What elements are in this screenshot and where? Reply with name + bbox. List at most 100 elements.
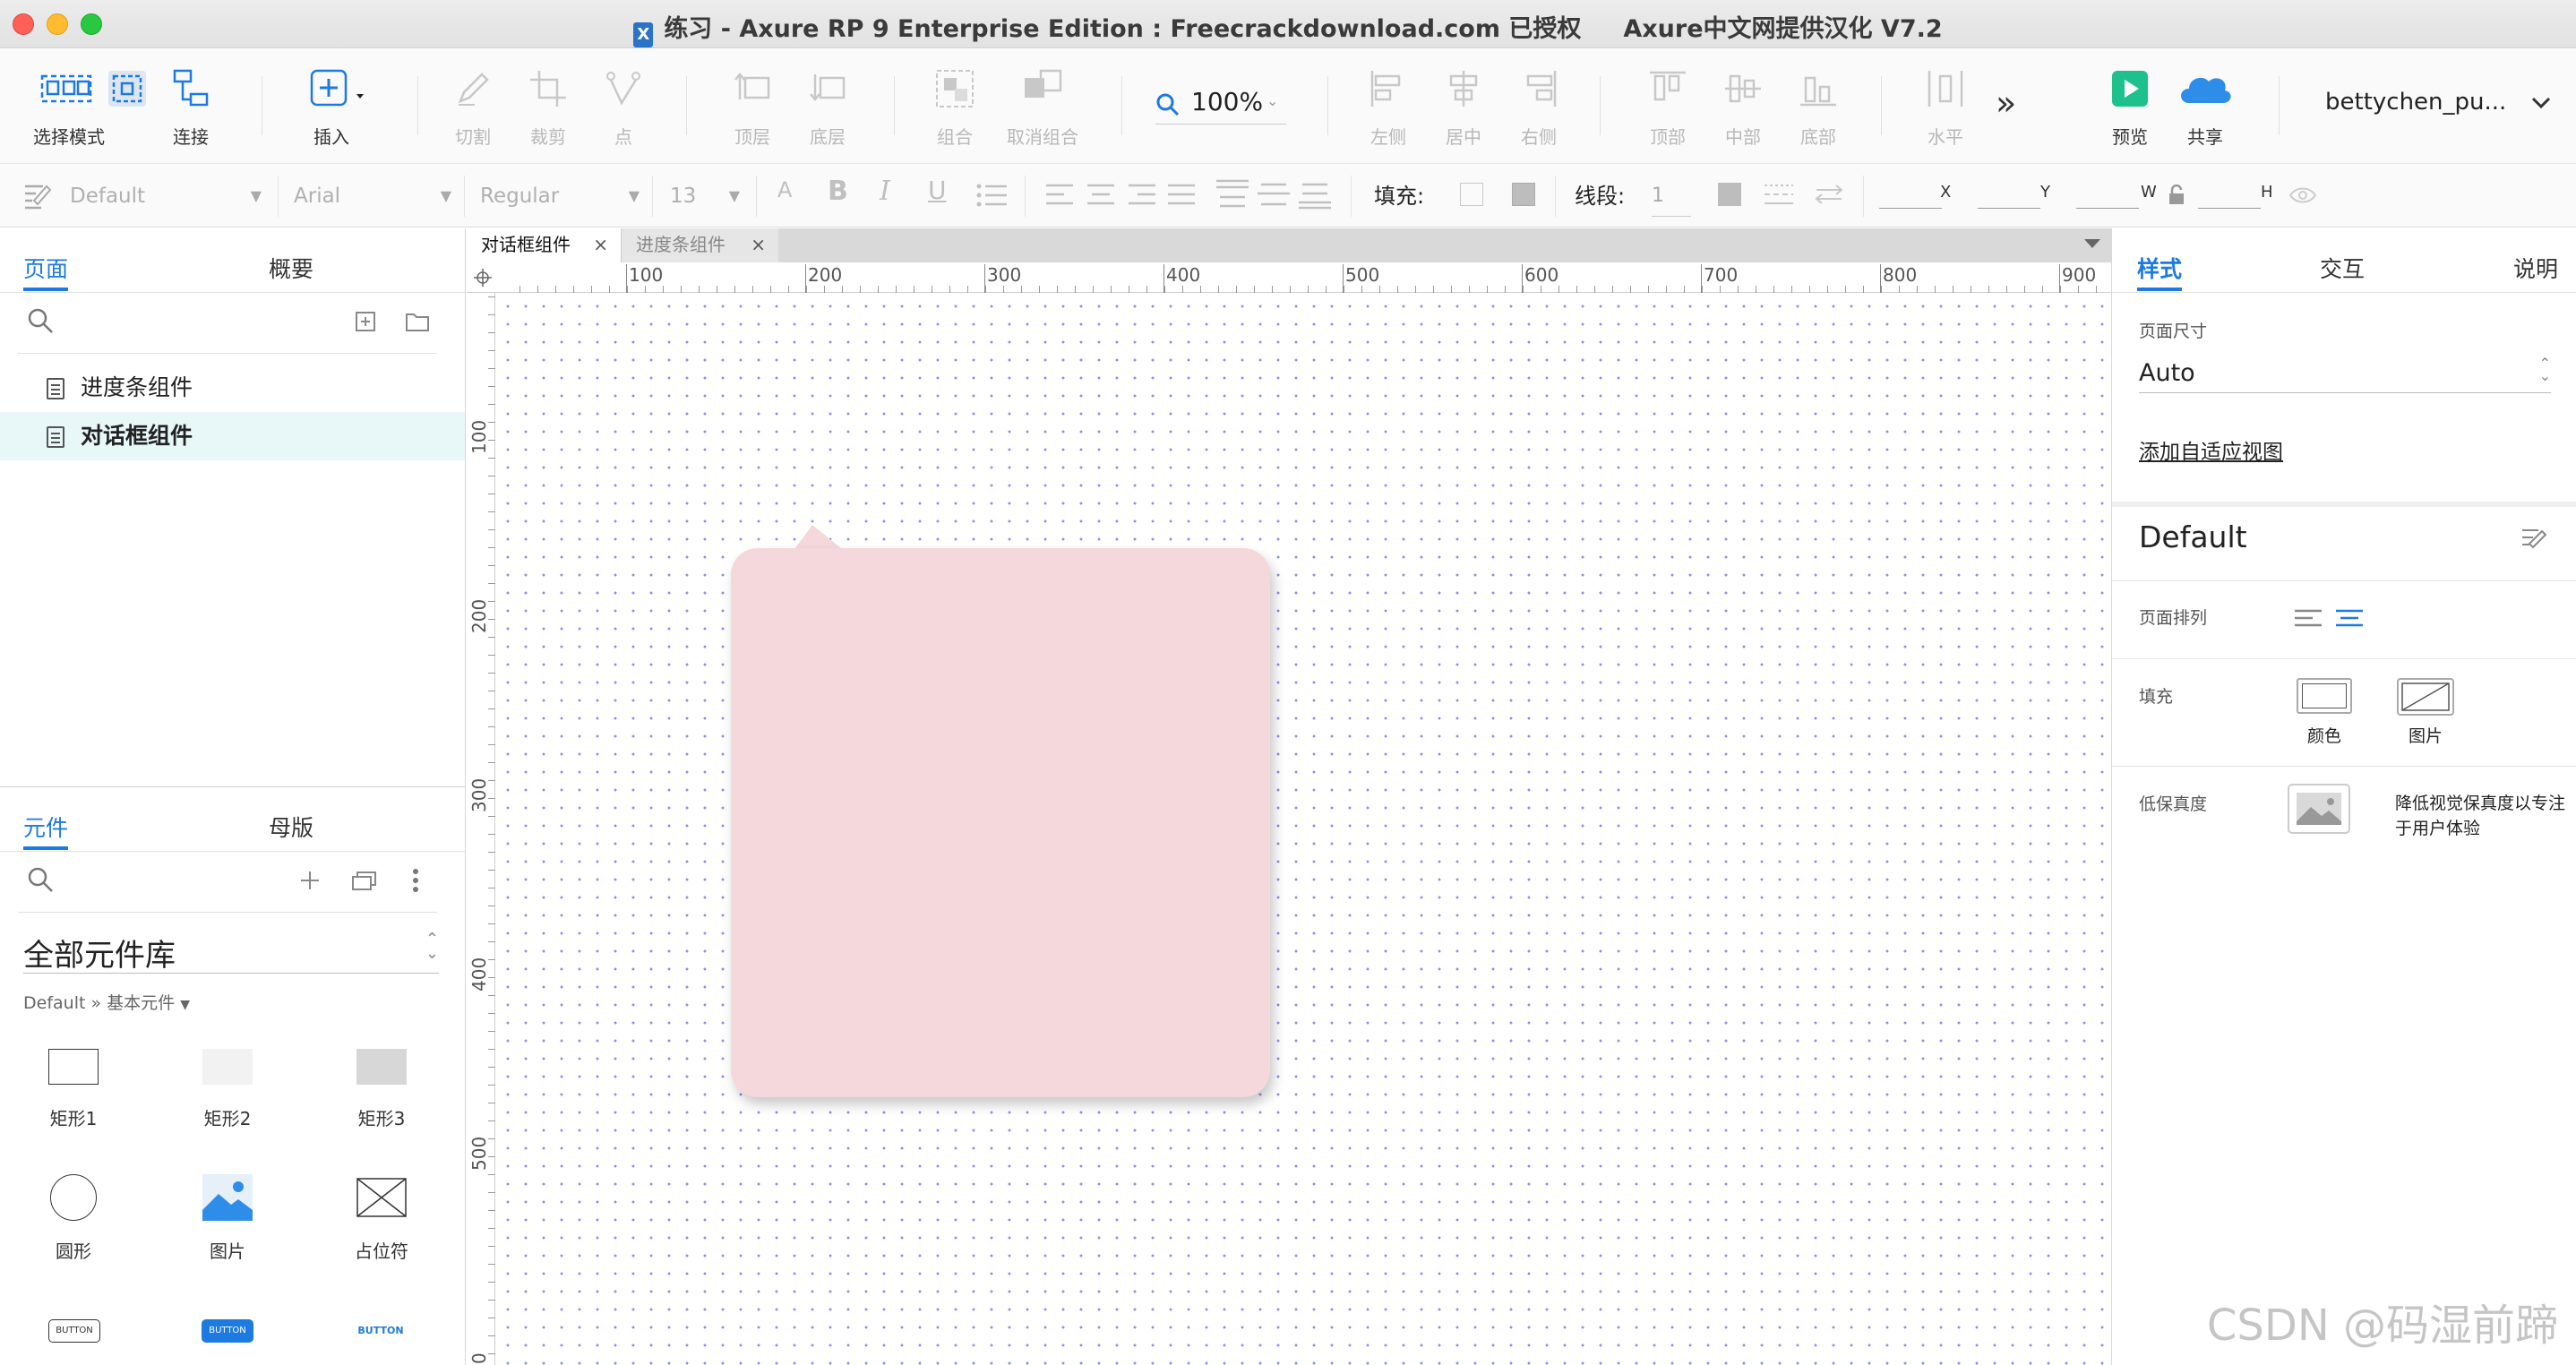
widget-link-button[interactable]: BUTTON xyxy=(355,1319,407,1343)
italic-icon[interactable]: I xyxy=(880,176,890,207)
dialog-callout-shape[interactable] xyxy=(731,548,1270,1097)
widget-placeholder[interactable]: 占位符 xyxy=(328,1174,435,1264)
align-right-button[interactable]: 右侧 xyxy=(1512,49,1566,164)
more-tools-button[interactable]: » xyxy=(1996,83,2016,123)
cut-button[interactable]: 切割 xyxy=(446,49,500,164)
style-select[interactable]: Default ▼ xyxy=(70,176,262,217)
search-icon[interactable] xyxy=(27,307,54,334)
tab-style[interactable]: 样式 xyxy=(2137,252,2182,284)
more-options-icon[interactable] xyxy=(412,868,419,893)
low-fidelity-toggle[interactable] xyxy=(2288,784,2350,834)
widget-circle[interactable]: 圆形 xyxy=(20,1174,127,1264)
align-top-button[interactable]: 顶部 xyxy=(1641,49,1695,164)
valign-top-icon[interactable] xyxy=(1216,179,1249,210)
insert-button[interactable]: 插入 xyxy=(305,49,376,164)
align-bottom-button[interactable]: 底部 xyxy=(1791,49,1845,164)
add-page-icon[interactable] xyxy=(355,311,376,332)
library-select[interactable]: 全部元件库 ⌃ ⌄ xyxy=(23,927,439,974)
add-folder-icon[interactable] xyxy=(405,311,430,332)
add-library-icon[interactable] xyxy=(299,870,321,891)
canvas-tab-active[interactable]: 对话框组件 × xyxy=(467,228,621,262)
widget-button[interactable]: BUTTON xyxy=(48,1319,100,1343)
user-account-menu[interactable]: bettychen_pu... xyxy=(2325,89,2552,116)
font-family-select[interactable]: Arial ▼ xyxy=(294,176,451,217)
text-justify-icon[interactable] xyxy=(1168,183,1195,206)
y-input[interactable] xyxy=(1978,208,2040,209)
group-button[interactable]: 组合 xyxy=(928,49,982,164)
canvas-grid[interactable] xyxy=(496,294,2111,1365)
zoom-select[interactable]: 100% ⌄ xyxy=(1155,83,1286,124)
x-input[interactable] xyxy=(1879,208,1942,209)
library-breadcrumb-text: Default » 基本元件 xyxy=(23,993,176,1013)
edit-style-icon[interactable] xyxy=(2520,528,2547,551)
distribute-horizontal-button[interactable]: 水平 xyxy=(1919,49,1972,164)
updown-chevron-icon: ⌃ ⌄ xyxy=(425,930,439,963)
underline-icon[interactable]: U xyxy=(928,176,947,205)
bold-icon[interactable]: B xyxy=(828,176,848,207)
align-center-button[interactable]: 居中 xyxy=(1437,49,1490,164)
close-tab-icon[interactable]: × xyxy=(593,228,608,261)
connect-button[interactable]: 连接 xyxy=(161,49,220,164)
align-left-button[interactable]: 左侧 xyxy=(1361,49,1415,164)
font-size-select[interactable]: 13 ▼ xyxy=(670,176,740,217)
library-manage-icon[interactable] xyxy=(351,870,378,891)
search-icon[interactable] xyxy=(27,866,54,893)
fill-color-button[interactable]: 颜色 xyxy=(2291,676,2372,748)
text-align-left-icon[interactable] xyxy=(1046,183,1073,206)
ruler-label: 300 xyxy=(984,264,1021,293)
page-align-center-icon[interactable] xyxy=(2336,608,2363,628)
widget-rectangle2[interactable]: 矩形2 xyxy=(174,1042,281,1131)
valign-middle-icon[interactable] xyxy=(1258,179,1290,210)
crop-button[interactable]: 裁剪 xyxy=(521,49,575,164)
arrow-style-icon[interactable] xyxy=(1815,183,1843,206)
eye-icon[interactable] xyxy=(2289,186,2316,204)
page-style-name[interactable]: Default xyxy=(2139,519,2247,554)
stroke-pattern-icon[interactable] xyxy=(1765,183,1793,206)
h-input[interactable] xyxy=(2198,208,2261,209)
widget-image[interactable]: 图片 xyxy=(174,1174,281,1264)
fill-image-button[interactable]: 图片 xyxy=(2391,676,2472,748)
canvas-tab[interactable]: 进度条组件 × xyxy=(621,228,778,262)
widget-label: 占位符 xyxy=(355,1241,408,1262)
ungroup-button[interactable]: 取消组合 xyxy=(1007,49,1078,164)
top-layer-button[interactable]: 顶层 xyxy=(726,49,779,164)
page-size-select[interactable]: Auto ⌃ ⌄ xyxy=(2139,354,2551,393)
bullet-list-icon[interactable] xyxy=(976,183,1007,208)
widget-primary-button[interactable]: BUTTON xyxy=(202,1319,253,1343)
widget-rectangle3[interactable]: 矩形3 xyxy=(328,1042,435,1131)
tab-notes[interactable]: 说明 xyxy=(2513,252,2558,284)
w-input[interactable] xyxy=(2076,208,2139,209)
align-middle-button[interactable]: 中部 xyxy=(1716,49,1770,164)
tab-active-indicator xyxy=(23,288,68,291)
add-adaptive-view-link[interactable]: 添加自适应视图 xyxy=(2139,434,2283,465)
unlock-icon[interactable] xyxy=(2168,185,2185,206)
tab-pages[interactable]: 页面 xyxy=(23,252,68,284)
widget-rectangle1[interactable]: 矩形1 xyxy=(20,1042,127,1131)
font-weight-select[interactable]: Regular ▼ xyxy=(480,176,640,217)
tab-widgets[interactable]: 元件 xyxy=(23,811,68,843)
bottom-layer-button[interactable]: 底层 xyxy=(801,49,854,164)
page-align-left-icon[interactable] xyxy=(2295,608,2322,628)
fill-color-swatch[interactable] xyxy=(1460,183,1483,206)
share-button[interactable]: 共享 xyxy=(2177,49,2234,164)
text-color-icon[interactable]: A xyxy=(777,177,792,202)
page-item[interactable]: 进度条组件 xyxy=(0,364,465,412)
page-item-selected[interactable]: 对话框组件 xyxy=(0,412,465,460)
library-breadcrumb[interactable]: Default » 基本元件 ▼ xyxy=(23,990,190,1014)
text-align-center-icon[interactable] xyxy=(1087,183,1114,206)
tab-masters[interactable]: 母版 xyxy=(269,811,313,843)
valign-bottom-icon[interactable] xyxy=(1299,179,1331,210)
text-align-right-icon[interactable] xyxy=(1129,183,1155,206)
tab-list-caret-icon[interactable] xyxy=(2084,239,2100,248)
tab-interactions[interactable]: 交互 xyxy=(2320,252,2365,284)
style-edit-icon xyxy=(25,185,52,210)
select-mode-button[interactable]: 选择模式 xyxy=(18,49,146,164)
fill-shadow-swatch[interactable] xyxy=(1512,183,1535,206)
stroke-color-swatch[interactable] xyxy=(1718,183,1741,206)
preview-button[interactable]: 预览 xyxy=(2103,49,2157,164)
close-tab-icon[interactable]: × xyxy=(751,228,766,261)
stroke-width-input[interactable]: 1 xyxy=(1652,176,1691,217)
widget-label: 图片 xyxy=(210,1241,245,1262)
tab-outline[interactable]: 概要 xyxy=(269,252,313,284)
point-button[interactable]: 点 xyxy=(597,49,650,164)
